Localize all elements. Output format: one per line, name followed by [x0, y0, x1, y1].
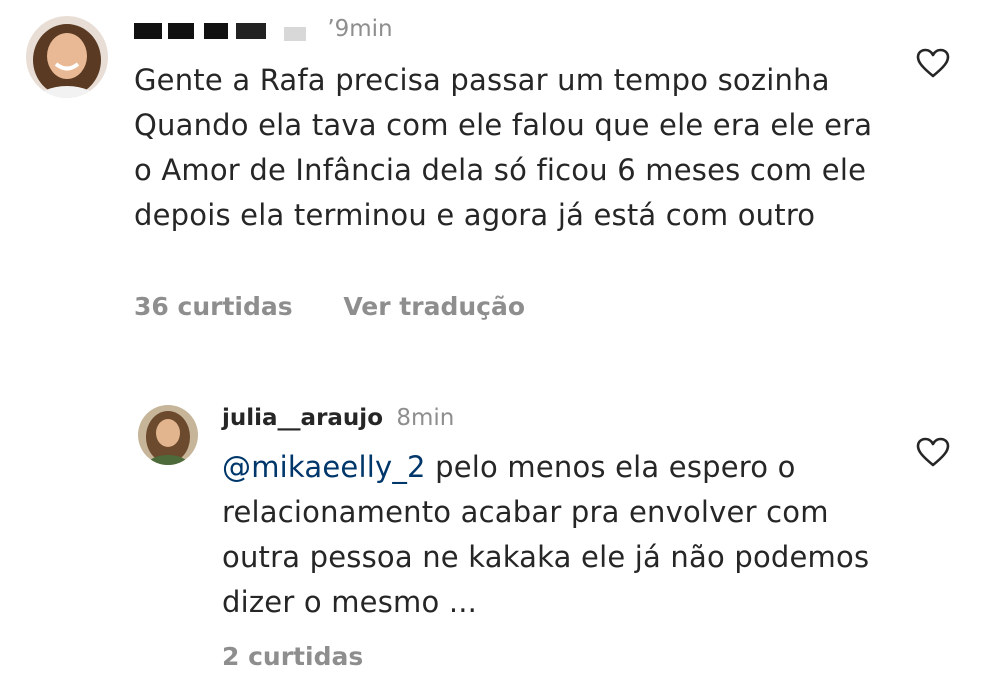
avatar[interactable] — [26, 16, 108, 98]
comment-actions: 36 curtidas Ver tradução — [134, 292, 525, 321]
comment-header: julia__araujo 8min — [222, 405, 454, 431]
mention-link[interactable]: @mikaeelly_2 — [222, 450, 426, 484]
comment-username[interactable]: julia__araujo — [222, 405, 383, 431]
comment-header: ’9min — [134, 16, 393, 48]
avatar[interactable] — [138, 405, 198, 465]
comment-time: ’9min — [327, 16, 393, 42]
comment-text: Gente a Rafa precisa passar um tempo soz… — [134, 63, 873, 232]
likes-count[interactable]: 2 curtidas — [222, 642, 363, 671]
comment-item: ’9min Gente a Rafa precisa passar um tem… — [0, 0, 1000, 350]
comment-text: @mikaeelly_2 pelo menos ela espero o rel… — [222, 445, 882, 625]
translate-link[interactable]: Ver tradução — [343, 292, 525, 321]
heart-outline-icon[interactable] — [916, 437, 950, 467]
comment-actions: 2 curtidas — [222, 642, 363, 671]
censored-username — [134, 19, 314, 41]
comment-time: 8min — [396, 405, 455, 431]
likes-count[interactable]: 36 curtidas — [134, 292, 293, 321]
heart-outline-icon[interactable] — [916, 48, 950, 78]
reply-item: julia__araujo 8min @mikaeelly_2 pelo men… — [0, 395, 1000, 692]
